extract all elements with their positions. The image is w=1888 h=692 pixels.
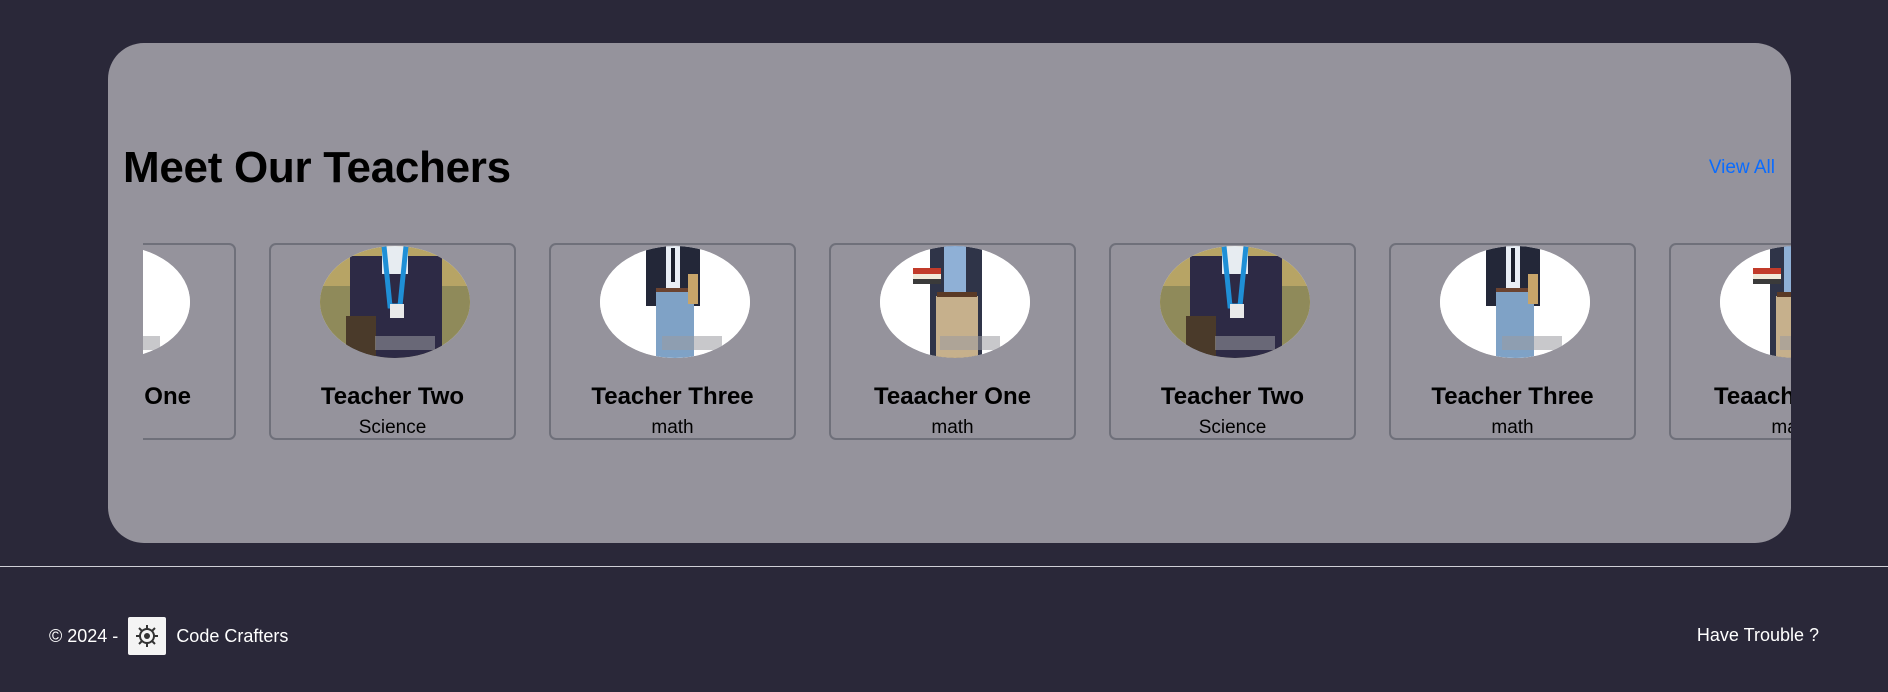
teacher-subject: math — [651, 417, 694, 438]
teacher-name: Teacher Three — [1431, 383, 1594, 410]
brand-name[interactable]: Code Crafters — [176, 626, 288, 647]
teacher-name: Teacher Two — [1160, 383, 1305, 410]
footer-brand: © 2024 - Code Crafters — [49, 616, 288, 656]
teacher-card[interactable]: Teaacher One math — [143, 243, 236, 440]
teacher-card[interactable]: Teacher Three math — [549, 243, 796, 440]
view-all-link[interactable]: View All — [1709, 157, 1775, 179]
teacher-card[interactable]: Teacher Three math — [1389, 243, 1636, 440]
teacher-card[interactable]: Teaacher One math — [829, 243, 1076, 440]
teacher-photo — [1440, 246, 1590, 358]
teacher-name: Teaacher One — [1714, 383, 1791, 410]
teachers-section: Meet Our Teachers View All Teaacher One m… — [108, 43, 1791, 543]
teacher-name: Teaacher One — [143, 383, 191, 410]
teachers-carousel[interactable]: Teaacher OnemathTeacher TwoScienceTeache… — [143, 243, 1791, 453]
teacher-subject: math — [1491, 417, 1534, 438]
teacher-photo — [1720, 246, 1791, 358]
teacher-subject: Science — [1198, 417, 1267, 438]
teacher-photo — [600, 246, 750, 358]
teacher-card[interactable]: Teacher Two Science — [269, 243, 516, 440]
teacher-card[interactable]: Teacher Two Science — [1109, 243, 1356, 440]
teacher-subject: math — [1771, 417, 1791, 438]
teacher-subject: math — [143, 417, 234, 439]
teacher-subject: math — [931, 417, 974, 438]
teacher-name: Teaacher One — [874, 383, 1031, 410]
teacher-subject: Science — [358, 417, 427, 438]
code-crafters-logo-icon[interactable] — [128, 617, 167, 655]
teacher-name: Teacher Two — [320, 383, 465, 410]
teacher-photo — [320, 246, 470, 358]
teacher-name: Teacher Three — [591, 383, 754, 410]
help-link[interactable]: Have Trouble ? — [1697, 625, 1819, 646]
copyright-text: © 2024 - — [49, 625, 119, 646]
teacher-photo — [880, 246, 1030, 358]
section-title: Meet Our Teachers — [123, 143, 511, 192]
teacher-photo — [143, 246, 190, 358]
footer-divider — [0, 566, 1888, 567]
teacher-photo — [1160, 246, 1310, 358]
teacher-card[interactable]: Teaacher One math — [1669, 243, 1791, 440]
